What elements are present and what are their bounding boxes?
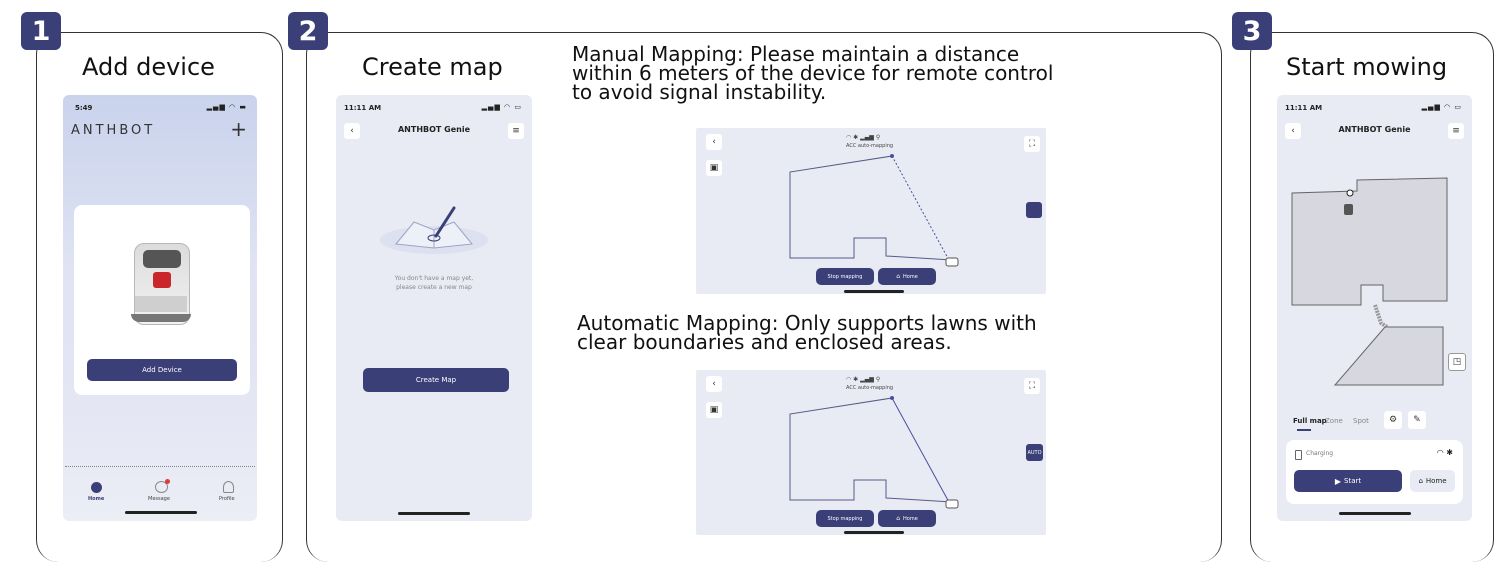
home-indicator (398, 512, 470, 515)
tab-underline (1297, 429, 1311, 431)
map-edit-icon[interactable]: ◳ (1448, 353, 1466, 371)
status-icons: ▂▄▆ ◠ ▭ (481, 103, 522, 111)
nav-home-label[interactable]: Home (88, 496, 104, 502)
home-button[interactable]: ⌂ Home (878, 510, 936, 527)
play-icon: ▶ (1334, 476, 1342, 486)
app-title: ANTHBOT Genie (397, 125, 471, 134)
status-icons: ▂▄▆ ◠ ▬ (206, 103, 247, 111)
step-3-title: Start mowing (1286, 53, 1448, 81)
home-indicator (844, 531, 904, 534)
automatic-mapping-line-2: clear boundaries and enclosed areas. (577, 330, 952, 354)
nav-profile-icon[interactable] (223, 481, 234, 493)
step-2-title: Create map (362, 53, 503, 81)
step-3-badge: 3 (1232, 12, 1272, 50)
tab-spot[interactable]: Spot (1353, 417, 1369, 425)
home-icon: ⌂ (1418, 477, 1423, 485)
status-time: 11:11 AM (344, 104, 382, 112)
message-badge (165, 479, 170, 484)
status-time: 5:49 (75, 104, 93, 112)
home-icon: ⌂ (896, 273, 901, 280)
home-label: Home (1425, 477, 1447, 485)
phone-create-map: 11:11 AM ▂▄▆ ◠ ▭ ‹ ANTHBOT Genie ≡ You d… (336, 95, 532, 521)
automatic-mapping-screen: ‹ ▣ ⛶ ◠ ✱ ▂▄▆ ⚲ ACC auto-mapping AUTO St… (696, 370, 1046, 535)
stop-mapping-button[interactable]: Stop mapping (816, 510, 874, 527)
home-label: Home (903, 273, 918, 280)
home-icon: ⌂ (896, 515, 901, 522)
dotted-divider (65, 466, 255, 467)
step-1-title: Add device (82, 53, 215, 81)
menu-button[interactable]: ≡ (508, 123, 524, 139)
phone-start-mowing: 11:11 AM ▂▄▆ ◠ ▭ ‹ ANTHBOT Genie ≡ ◳ Ful… (1277, 95, 1472, 521)
nav-profile-label[interactable]: Profile (219, 496, 235, 502)
home-label: Home (903, 515, 918, 522)
tab-zone[interactable]: Zone (1325, 417, 1343, 425)
battery-icon (1295, 450, 1302, 460)
step-2-badge: 2 (288, 12, 328, 50)
add-icon[interactable]: + (230, 117, 247, 141)
step-1-badge: 1 (21, 12, 61, 50)
wifi-bluetooth-icons: ◠ ✱ (1436, 448, 1453, 457)
schedule-edit-icon[interactable]: ✎ (1408, 411, 1426, 429)
nav-message-label[interactable]: Message (148, 496, 170, 502)
start-button[interactable]: ▶ Start (1294, 470, 1402, 492)
empty-map-message-1: You don't have a map yet, (394, 275, 474, 282)
home-indicator (844, 290, 904, 293)
home-button[interactable]: ⌂ Home (1410, 470, 1455, 492)
manual-mapping-line-3: to avoid signal instability. (572, 80, 827, 104)
add-device-button[interactable]: Add Device (87, 359, 237, 381)
control-card: Charging ◠ ✱ ▶ Start ⌂ Home (1286, 440, 1463, 504)
phone-add-device: 5:49 ▂▄▆ ◠ ▬ ANTHBOT + Add Device Home M… (63, 95, 257, 521)
empty-map-illustration (380, 206, 488, 254)
tab-full-map[interactable]: Full map (1293, 417, 1327, 425)
brand-logo: ANTHBOT (71, 123, 156, 138)
settings-gear-icon[interactable]: ⚙ (1384, 411, 1402, 429)
start-label: Start (1344, 477, 1362, 485)
device-card: Add Device (74, 205, 250, 395)
home-indicator (1339, 512, 1411, 515)
home-indicator (125, 511, 197, 514)
nav-home-icon[interactable] (91, 482, 102, 493)
stop-mapping-button[interactable]: Stop mapping (816, 268, 874, 285)
manual-mapping-screen: ‹ ▣ ⛶ ◠ ✱ ▂▄▆ ⚲ ACC auto-mapping Stop ma… (696, 128, 1046, 294)
create-map-button[interactable]: Create Map (363, 368, 509, 392)
empty-map-message-2: please create a new map (396, 284, 472, 291)
home-button[interactable]: ⌂ Home (878, 268, 936, 285)
mower-image (131, 243, 191, 325)
charging-status: Charging (1306, 450, 1334, 457)
